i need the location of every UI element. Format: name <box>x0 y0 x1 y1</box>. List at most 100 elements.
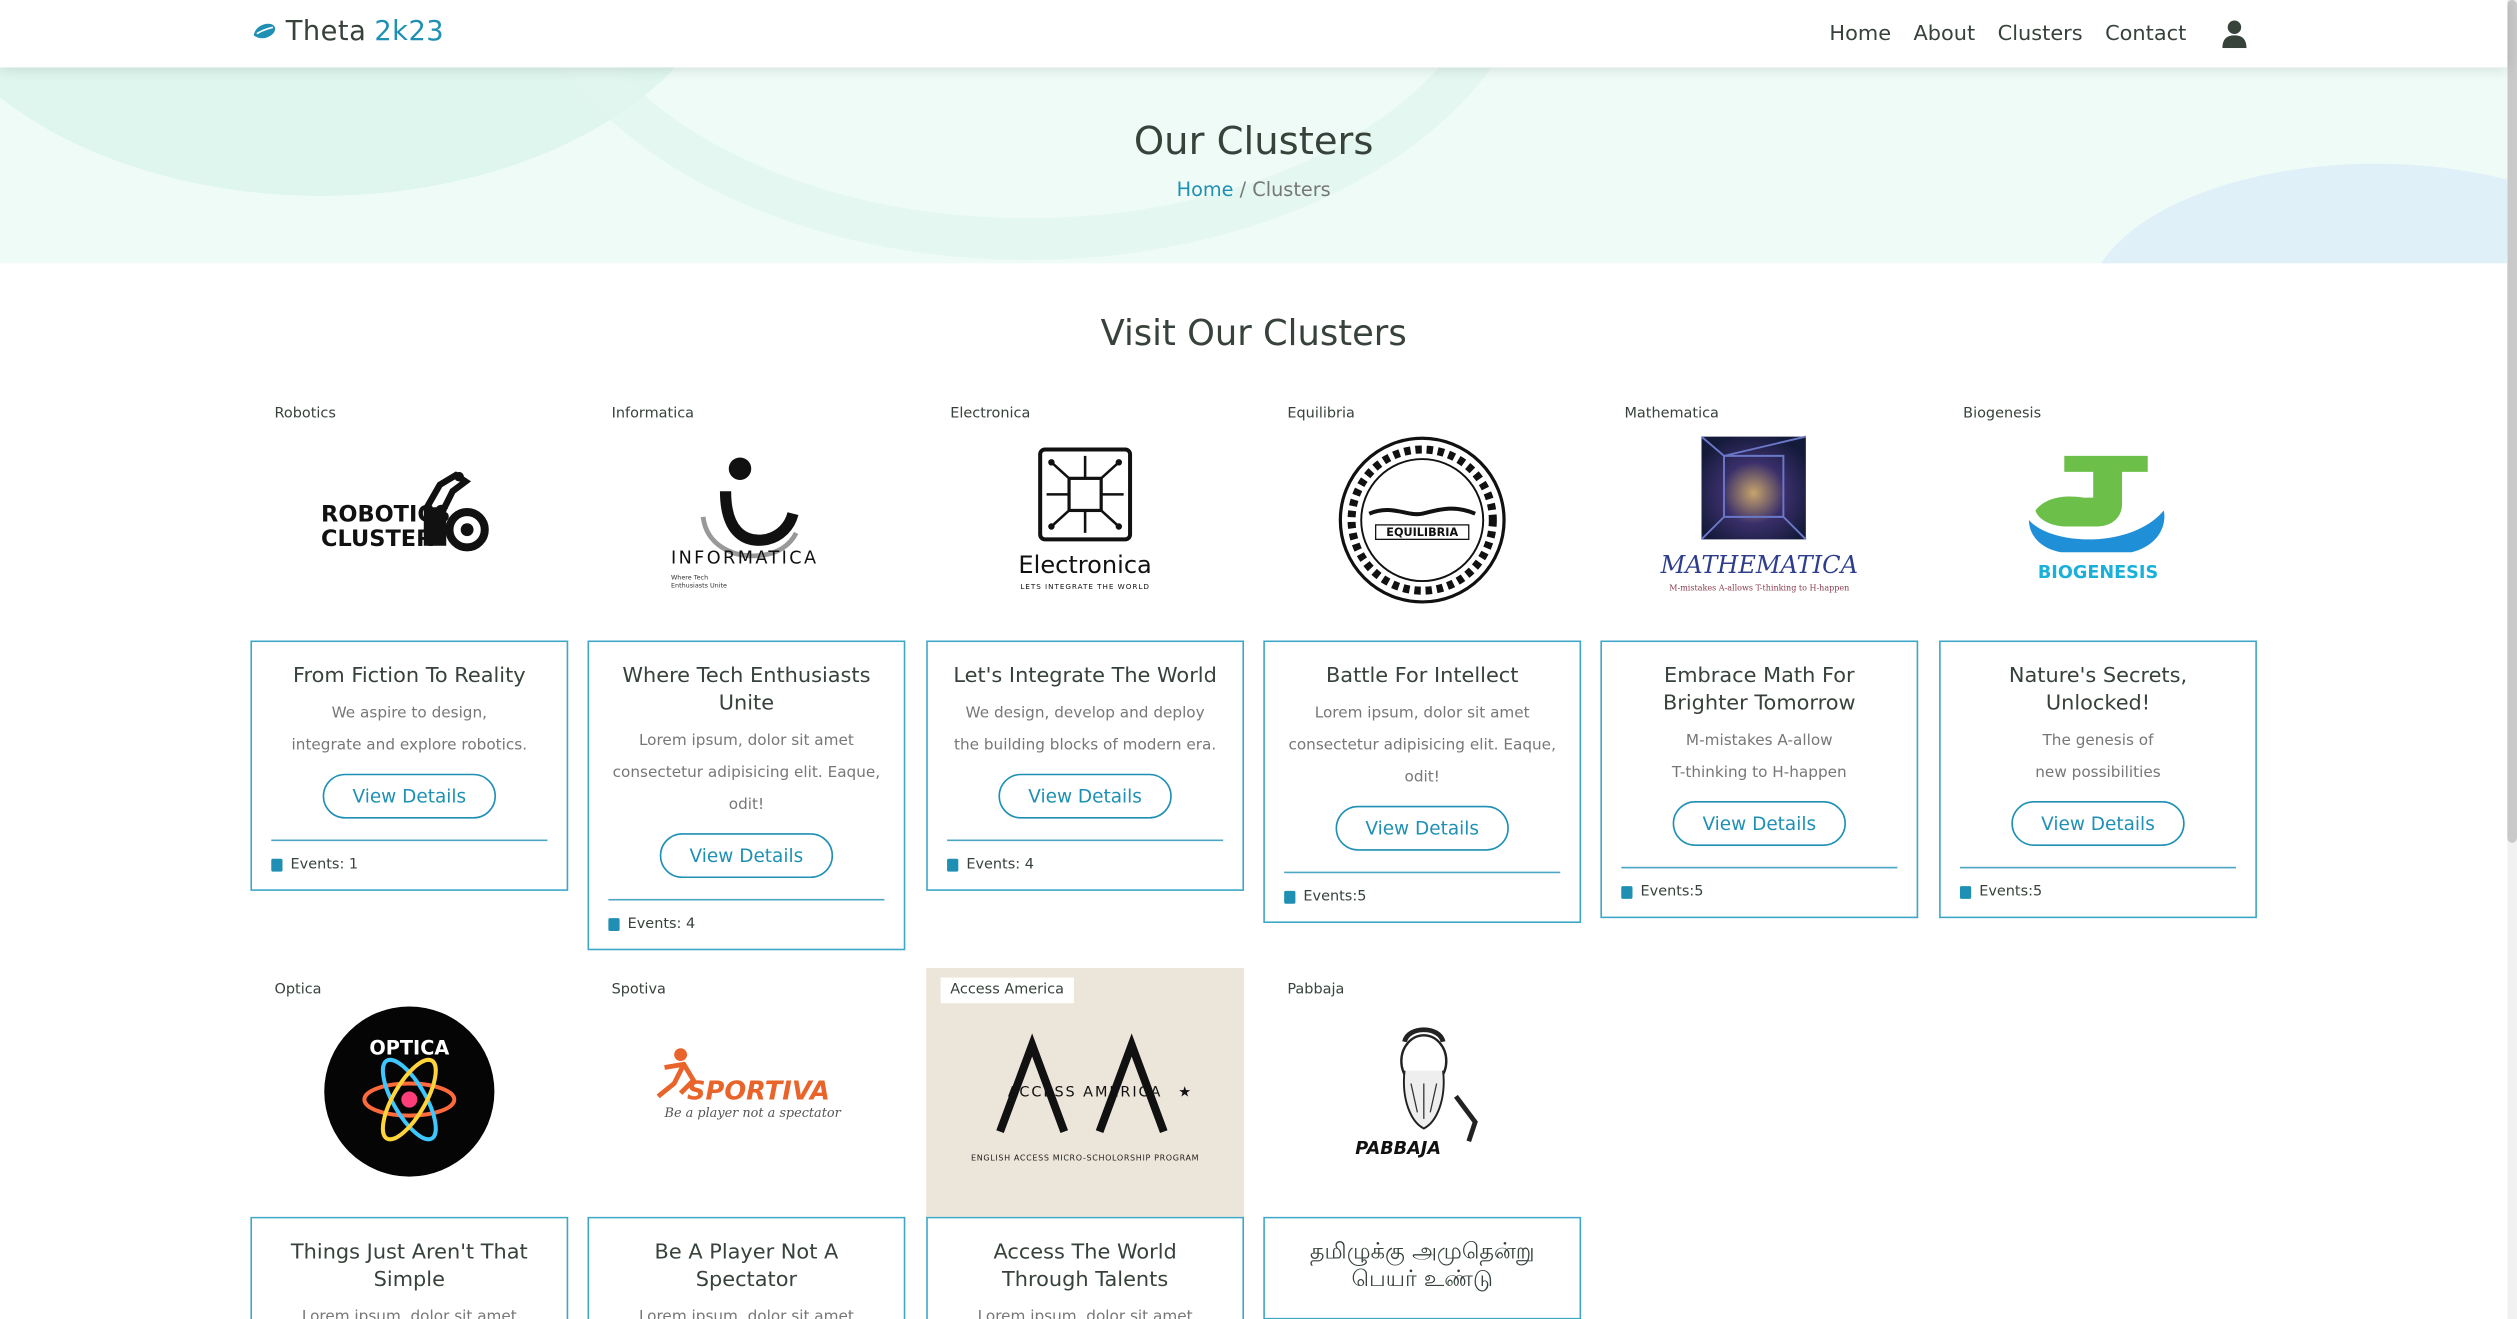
cluster-card-body: தமிழுக்கு அமுதென்று பெயர் உண்டு <box>1263 1216 1582 1319</box>
informatica-logo: INFORMATICA Where Tech Enthusiasts Unite <box>671 457 818 590</box>
pabbaja-logo: PABBAJA <box>1355 1027 1478 1159</box>
cluster-card-mathematica: MATHEMATICA M-mistakes A-allows T-thinki… <box>1600 391 1919 919</box>
logo-text: OPTICA <box>369 1037 449 1060</box>
cluster-image[interactable]: OPTICA Optica <box>250 967 569 1217</box>
logo-text: SPORTIVA <box>687 1077 830 1107</box>
section-title: Visit Our Clusters <box>1100 314 1407 355</box>
book-icon <box>608 918 620 932</box>
cluster-card-electronica: Electronica LETS INTEGRATE THE WORLD Ele… <box>926 391 1245 891</box>
desc-line: T-thinking to H-happen <box>1671 764 1847 782</box>
events-label: Events: 4 <box>966 857 1034 874</box>
cluster-description: Lorem ipsum, dolor sit amet <box>608 1302 884 1319</box>
events-count: Events: 1 <box>271 857 547 873</box>
view-details-button[interactable]: View Details <box>321 773 497 819</box>
page: Theta 2k23 Home About Clusters Contact O… <box>0 0 2517 1319</box>
cluster-image[interactable]: INFORMATICA Where Tech Enthusiasts Unite… <box>587 391 906 641</box>
sportiva-logo: SPORTIVA Be a player not a spectator <box>656 1048 842 1121</box>
breadcrumb: Home / Clusters <box>0 178 2507 200</box>
divider <box>608 898 885 901</box>
nav-contact[interactable]: Contact <box>2105 22 2186 46</box>
logo-text: ACCESS AMERICA <box>1008 1084 1162 1100</box>
user-icon[interactable] <box>2222 19 2248 49</box>
svg-text:Enthusiasts Unite: Enthusiasts Unite <box>671 582 727 590</box>
cluster-image[interactable]: PABBAJA Pabbaja <box>1263 967 1582 1217</box>
events-label: Events: 4 <box>627 916 696 933</box>
desc-line: odit! <box>728 796 765 814</box>
cluster-card-body: Embrace Math For Brighter Tomorrow M-mis… <box>1600 640 1919 919</box>
view-details-button[interactable]: View Details <box>1334 805 1510 851</box>
cluster-image[interactable]: ROBOTICS CLUSTER Robotics <box>250 391 569 641</box>
desc-line: The genesis of <box>2042 731 2154 750</box>
events-count: Events: 4 <box>947 857 1223 873</box>
nav-clusters[interactable]: Clusters <box>1998 22 2083 46</box>
cluster-image[interactable]: MATHEMATICA M-mistakes A-allows T-thinki… <box>1600 391 1919 641</box>
desc-line: consectetur adipisicing elit. Eaque, <box>1288 736 1556 755</box>
nav-about[interactable]: About <box>1913 22 1975 46</box>
desc-line: consectetur adipisicing elit. Eaque, <box>612 764 881 782</box>
brand-name: Theta <box>285 16 367 49</box>
divider <box>947 839 1224 842</box>
nav-home[interactable]: Home <box>1829 22 1891 46</box>
logo-subtext: M-mistakes A-allows T-thinking to H-happ… <box>1669 584 1849 593</box>
cluster-image[interactable]: BIOGENESIS Biogenesis <box>1939 391 2257 641</box>
events-label: Events:5 <box>1979 884 2043 901</box>
brand-logo[interactable]: Theta 2k23 <box>252 16 444 48</box>
cluster-title: Embrace Math For Brighter Tomorrow <box>1662 664 1856 716</box>
cluster-image[interactable]: EQUILIBRIA Equilibria <box>1263 391 1582 641</box>
desc-line: We design, develop and deploy <box>965 704 1205 723</box>
svg-text:★: ★ <box>1178 1084 1191 1100</box>
desc-line: Lorem ipsum, dolor sit amet <box>1314 704 1530 723</box>
equilibria-logo: EQUILIBRIA <box>1338 436 1506 604</box>
desc-line: new possibilities <box>2035 764 2161 782</box>
page-header-band: Our Clusters Home / Clusters <box>0 67 2508 264</box>
logo-text: MATHEMATICA <box>1660 551 1858 579</box>
cluster-description: M-mistakes A-allow T-thinking to H-happe… <box>1621 726 1897 790</box>
desc-line: We aspire to design, <box>331 704 488 723</box>
svg-text:Where Tech: Where Tech <box>671 573 708 581</box>
cluster-tag: Pabbaja <box>1277 977 1354 1004</box>
breadcrumb-home[interactable]: Home <box>1177 178 1234 200</box>
cluster-card-body: Be A Player Not A Spectator Lorem ipsum,… <box>587 1216 906 1319</box>
logo-text: Electronica <box>1018 551 1151 579</box>
cluster-title: From Fiction To Reality <box>292 664 526 689</box>
cluster-card-robotics: ROBOTICS CLUSTER Robotics From Fiction T… <box>250 391 569 891</box>
events-label: Events:5 <box>1303 889 1367 906</box>
view-details-button[interactable]: View Details <box>659 833 834 879</box>
cluster-card-body: Access The World Through Talents Lorem i… <box>926 1216 1245 1319</box>
cluster-tag: Equilibria <box>1277 401 1365 427</box>
divider <box>1959 866 2237 869</box>
cluster-description: Lorem ipsum, dolor sit amet consectetur … <box>608 726 884 822</box>
cluster-tag: Biogenesis <box>1953 401 2051 427</box>
events-count: Events:5 <box>1621 884 1897 901</box>
cluster-description: Lorem ipsum, dolor sit amet <box>271 1302 547 1319</box>
cluster-image[interactable]: Electronica LETS INTEGRATE THE WORLD Ele… <box>926 391 1245 641</box>
desc-line: integrate and explore robotics. <box>291 736 528 755</box>
cluster-card-body: Things Just Aren't That Simple Lorem ips… <box>250 1216 569 1319</box>
view-details-button[interactable]: View Details <box>997 773 1173 819</box>
logo-text: BIOGENESIS <box>2038 563 2158 583</box>
desc-line: Lorem ipsum, dolor sit amet <box>977 1308 1193 1319</box>
scrollbar-thumb[interactable] <box>2507 0 2517 843</box>
cluster-tag: Spotiva <box>601 977 676 1004</box>
events-count: Events:5 <box>1959 884 2236 901</box>
mathematica-logo: MATHEMATICA M-mistakes A-allows T-thinki… <box>1660 435 1858 593</box>
cluster-card-body: Where Tech Enthusiasts Unite Lorem ipsum… <box>587 640 906 951</box>
cluster-card-spotiva: SPORTIVA Be a player not a spectator Spo… <box>587 967 906 1319</box>
cluster-image[interactable]: SPORTIVA Be a player not a spectator Spo… <box>587 967 906 1217</box>
view-details-button[interactable]: View Details <box>1671 800 1847 846</box>
cluster-title: Things Just Aren't That Simple <box>290 1240 528 1293</box>
cluster-image[interactable]: ACCESS AMERICA ★ ENGLISH ACCESS MICRO-SC… <box>926 967 1245 1217</box>
logo-subtext: Be a player not a spectator <box>664 1106 842 1121</box>
logo-text: INFORMATICA <box>671 548 818 568</box>
cluster-card-body: Battle For Intellect Lorem ipsum, dolor … <box>1263 640 1582 923</box>
cluster-card-pabbaja: PABBAJA Pabbaja தமிழுக்கு அமுதென்று பெயர… <box>1263 967 1582 1319</box>
logo-text: PABBAJA <box>1355 1139 1441 1159</box>
cluster-tag: Robotics <box>264 401 346 427</box>
brand-mark-icon <box>253 23 276 39</box>
cluster-tag: Mathematica <box>1614 401 1729 427</box>
cluster-tag: Access America <box>940 977 1074 1004</box>
desc-line: Lorem ipsum, dolor sit amet <box>638 1308 854 1319</box>
view-details-button[interactable]: View Details <box>2010 800 2186 846</box>
access-america-logo: ACCESS AMERICA ★ ENGLISH ACCESS MICRO-SC… <box>971 1033 1199 1163</box>
cluster-title: Where Tech Enthusiasts Unite <box>622 664 871 716</box>
